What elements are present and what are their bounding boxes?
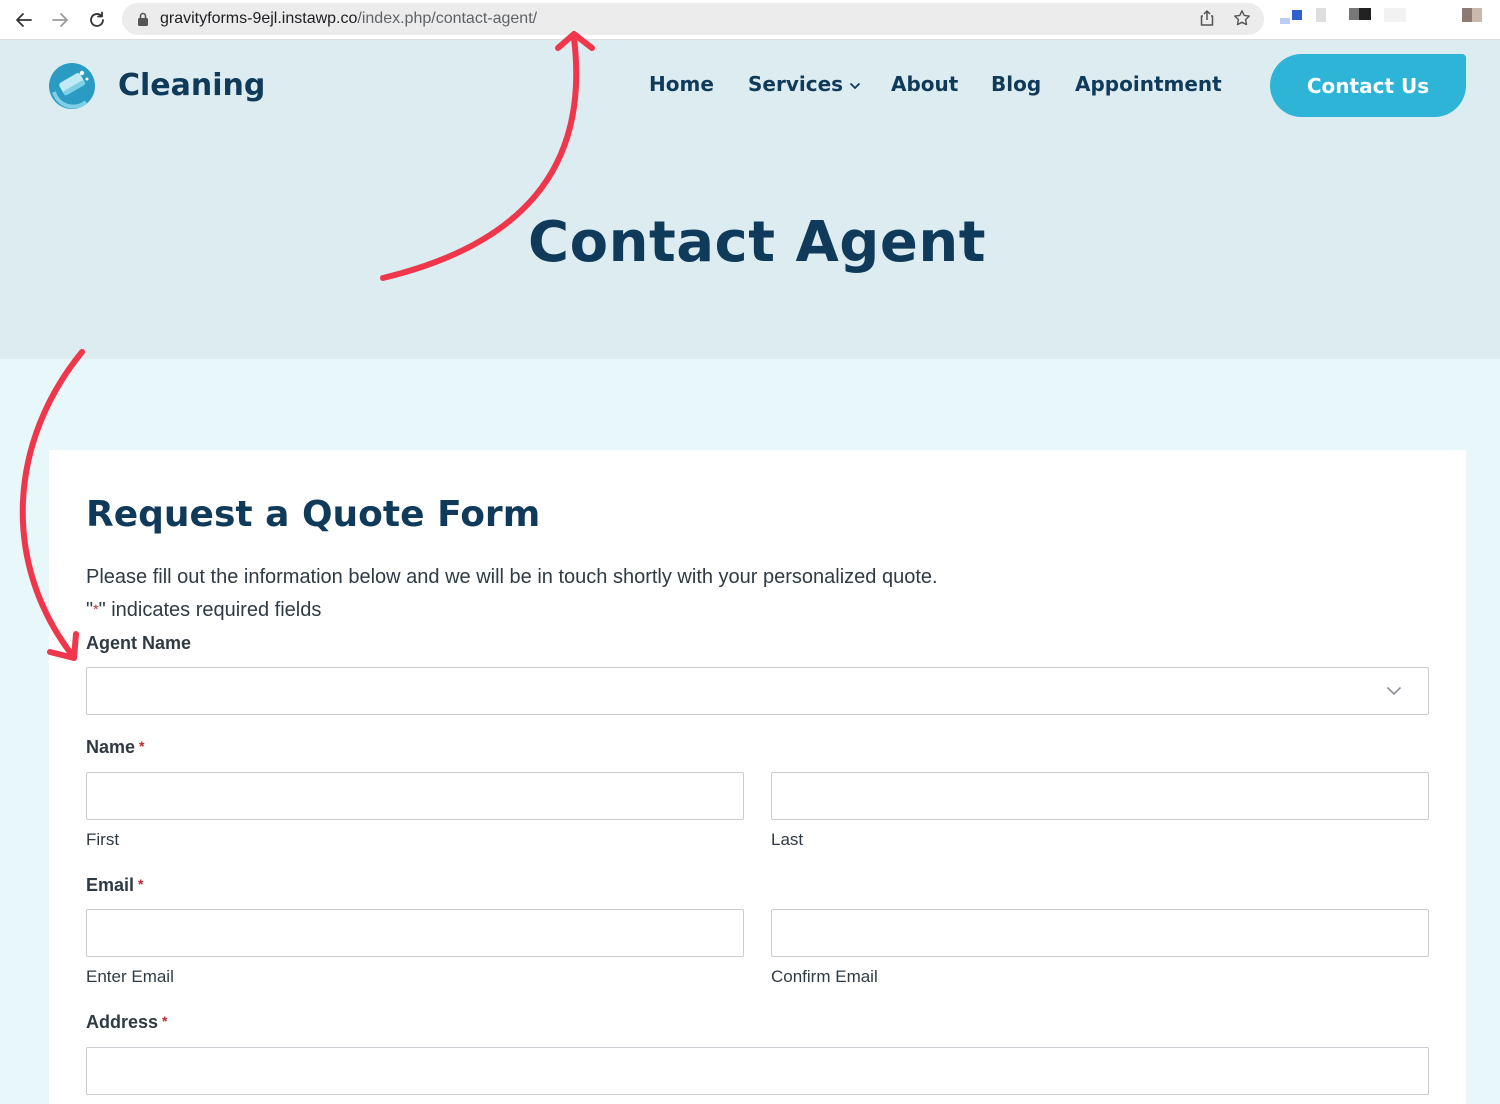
email-input[interactable]: [86, 909, 744, 957]
url-text: gravityforms-9ejl.instawp.co/index.php/c…: [160, 10, 538, 27]
form-title: Request a Quote Form: [86, 494, 541, 535]
contact-us-button[interactable]: Contact Us: [1270, 54, 1466, 117]
reload-icon[interactable]: [83, 6, 111, 34]
address-bar[interactable]: gravityforms-9ejl.instawp.co/index.php/c…: [122, 3, 1264, 35]
forward-arrow-icon[interactable]: [46, 6, 74, 34]
nav-appointment[interactable]: Appointment: [1075, 72, 1222, 96]
extension-icon[interactable]: [1384, 8, 1406, 22]
address-label: Address *: [86, 1012, 168, 1032]
nav-about[interactable]: About: [891, 72, 958, 96]
nav-services[interactable]: Services: [748, 72, 861, 96]
browser-toolbar: gravityforms-9ejl.instawp.co/index.php/c…: [0, 0, 1500, 40]
extension-icon[interactable]: [1316, 8, 1326, 22]
agent-name-select[interactable]: [86, 667, 1429, 715]
profile-avatar[interactable]: [1462, 8, 1482, 22]
address-input[interactable]: [86, 1047, 1429, 1095]
confirm-email-input[interactable]: [771, 909, 1429, 957]
name-label: Name *: [86, 737, 145, 757]
back-arrow-icon[interactable]: [10, 6, 38, 34]
first-name-input[interactable]: [86, 772, 744, 820]
nav-home[interactable]: Home: [649, 72, 714, 96]
cleaning-logo-icon[interactable]: [48, 62, 96, 110]
last-name-input[interactable]: [771, 772, 1429, 820]
site-header: Cleaning Home Services About Blog Appoin…: [0, 40, 1500, 359]
first-name-sublabel: First: [86, 830, 120, 849]
bookmark-star-icon[interactable]: [1233, 9, 1253, 29]
chevron-down-icon: [1386, 686, 1402, 696]
confirm-email-sublabel: Confirm Email: [771, 967, 878, 986]
required-fields-note: "*" indicates required fields: [86, 599, 322, 621]
form-description: Please fill out the information below an…: [86, 566, 938, 588]
share-icon[interactable]: [1198, 9, 1218, 29]
agent-name-label: Agent Name: [86, 633, 192, 653]
email-label: Email *: [86, 875, 144, 895]
site-brand[interactable]: Cleaning: [118, 68, 265, 103]
page-title: Contact Agent: [528, 210, 986, 275]
extension-icon[interactable]: [1349, 8, 1371, 22]
nav-blog[interactable]: Blog: [991, 72, 1041, 96]
chevron-down-icon: [849, 82, 861, 89]
quote-form-card: Request a Quote Form Please fill out the…: [49, 450, 1466, 1104]
lock-icon: [138, 12, 148, 26]
enter-email-sublabel: Enter Email: [86, 967, 174, 986]
extension-icon[interactable]: [1280, 8, 1304, 24]
last-name-sublabel: Last: [771, 830, 804, 849]
